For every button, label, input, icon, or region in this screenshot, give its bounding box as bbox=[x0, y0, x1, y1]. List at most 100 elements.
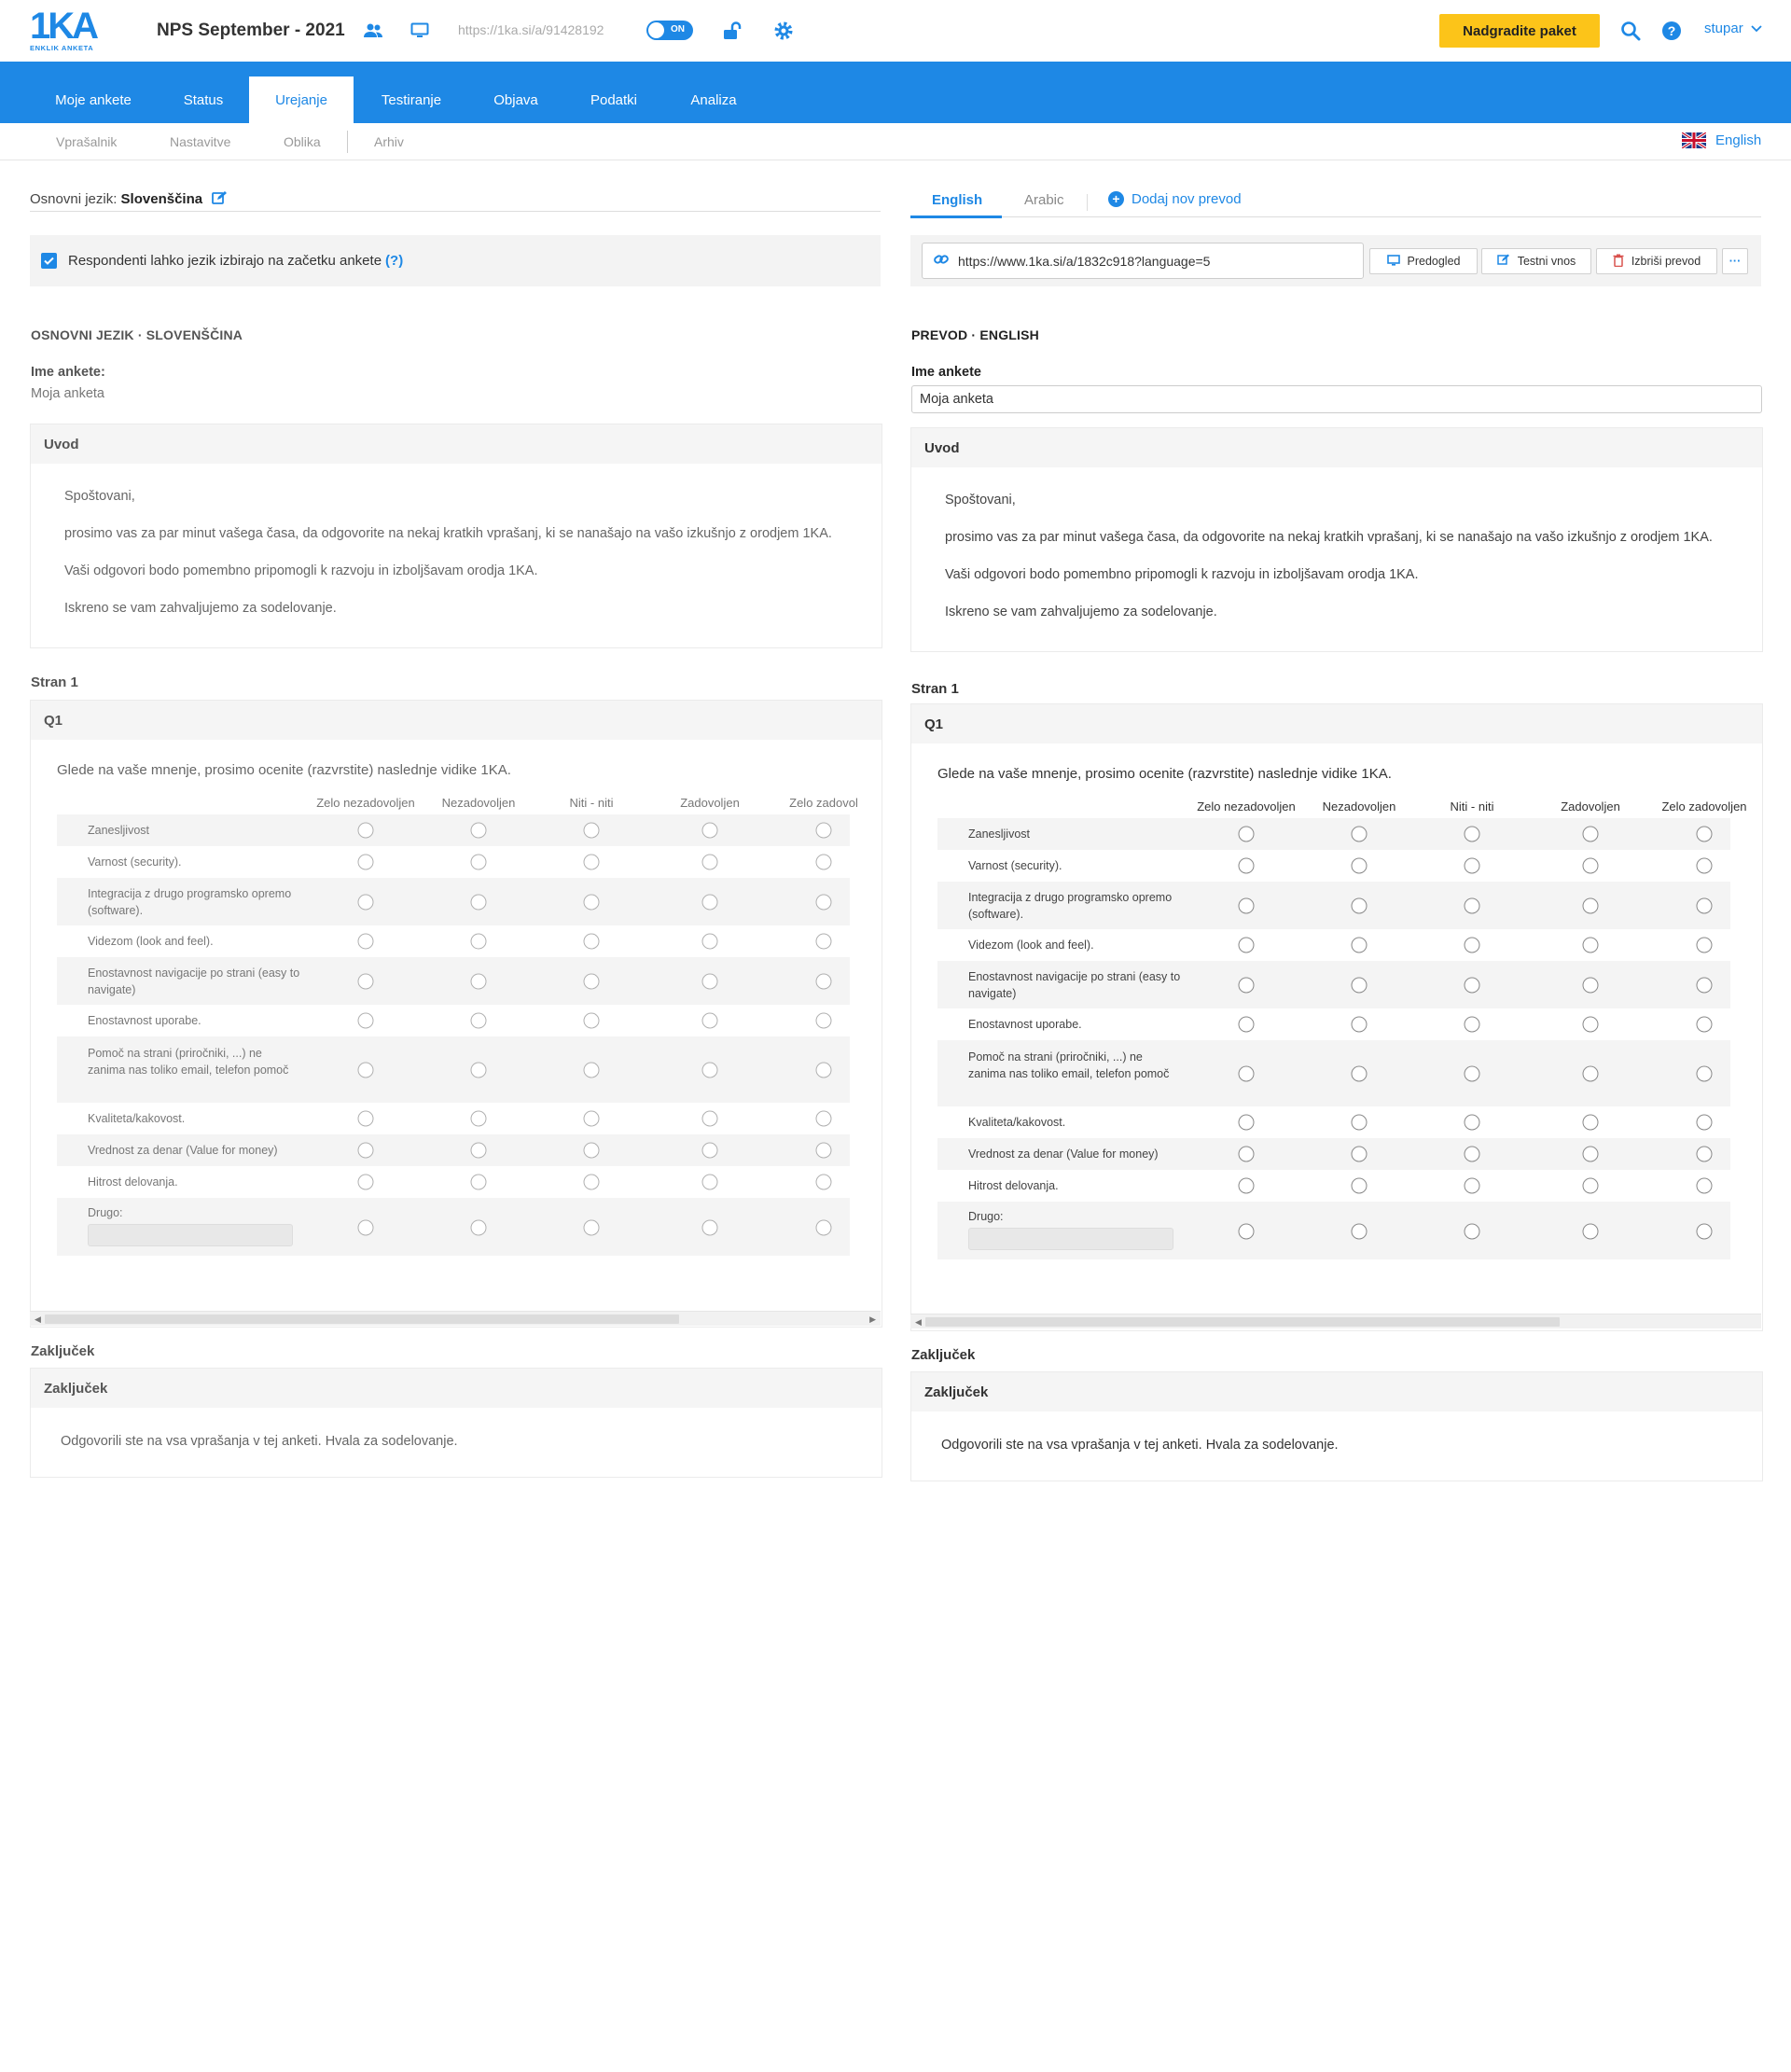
radio-button[interactable] bbox=[1696, 857, 1713, 874]
survey-active-toggle[interactable]: ON bbox=[646, 21, 693, 40]
scroll-right-icon[interactable]: ▶ bbox=[869, 1314, 876, 1325]
radio-button[interactable] bbox=[1696, 937, 1713, 953]
radio-button[interactable] bbox=[470, 822, 487, 839]
tab-english[interactable]: English bbox=[932, 192, 982, 208]
radio-button[interactable] bbox=[1582, 1223, 1599, 1240]
radio-button[interactable] bbox=[1582, 1146, 1599, 1162]
radio-button[interactable] bbox=[1351, 1114, 1368, 1131]
radio-button[interactable] bbox=[1238, 1065, 1255, 1081]
radio-button[interactable] bbox=[701, 1219, 718, 1236]
radio-button[interactable] bbox=[1238, 857, 1255, 874]
radio-button[interactable] bbox=[1351, 1146, 1368, 1162]
radio-button[interactable] bbox=[1464, 977, 1480, 993]
radio-button[interactable] bbox=[1238, 977, 1255, 993]
tab-objava[interactable]: Objava bbox=[476, 76, 556, 123]
radio-button[interactable] bbox=[583, 1174, 600, 1190]
radio-button[interactable] bbox=[1582, 897, 1599, 913]
radio-button[interactable] bbox=[1464, 857, 1480, 874]
radio-button[interactable] bbox=[1696, 897, 1713, 913]
radio-button[interactable] bbox=[815, 822, 832, 839]
radio-button[interactable] bbox=[357, 1219, 374, 1236]
radio-button[interactable] bbox=[1696, 1065, 1713, 1081]
radio-button[interactable] bbox=[815, 973, 832, 989]
radio-button[interactable] bbox=[470, 933, 487, 950]
closing-text[interactable]: Odgovorili ste na vsa vprašanja v tej an… bbox=[911, 1411, 1762, 1479]
radio-button[interactable] bbox=[815, 854, 832, 870]
radio-button[interactable] bbox=[470, 1110, 487, 1127]
radio-button[interactable] bbox=[1351, 826, 1368, 842]
radio-button[interactable] bbox=[583, 1012, 600, 1029]
edit-icon[interactable] bbox=[212, 191, 228, 209]
tab-moje-ankete[interactable]: Moje ankete bbox=[30, 76, 157, 123]
radio-button[interactable] bbox=[357, 854, 374, 870]
radio-button[interactable] bbox=[470, 1174, 487, 1190]
radio-button[interactable] bbox=[1238, 1114, 1255, 1131]
radio-button[interactable] bbox=[1238, 1223, 1255, 1240]
radio-button[interactable] bbox=[470, 854, 487, 870]
delete-translation-button[interactable]: Izbriši prevod bbox=[1596, 248, 1717, 274]
radio-button[interactable] bbox=[470, 1062, 487, 1078]
tab-urejanje[interactable]: Urejanje bbox=[249, 76, 354, 123]
radio-button[interactable] bbox=[1464, 1114, 1480, 1131]
radio-button[interactable] bbox=[701, 854, 718, 870]
radio-button[interactable] bbox=[1582, 1016, 1599, 1033]
other-text-input[interactable] bbox=[88, 1224, 293, 1246]
radio-button[interactable] bbox=[357, 1110, 374, 1127]
radio-button[interactable] bbox=[1464, 897, 1480, 913]
radio-button[interactable] bbox=[357, 894, 374, 910]
radio-button[interactable] bbox=[583, 1062, 600, 1078]
radio-button[interactable] bbox=[1464, 1146, 1480, 1162]
radio-button[interactable] bbox=[1464, 937, 1480, 953]
radio-button[interactable] bbox=[815, 894, 832, 910]
subnav-nastavitve[interactable]: Nastavitve bbox=[170, 134, 230, 149]
radio-button[interactable] bbox=[1696, 826, 1713, 842]
radio-button[interactable] bbox=[1238, 826, 1255, 842]
radio-button[interactable] bbox=[470, 894, 487, 910]
radio-button[interactable] bbox=[583, 854, 600, 870]
scroll-left-icon[interactable]: ◀ bbox=[915, 1317, 922, 1328]
radio-button[interactable] bbox=[701, 1062, 718, 1078]
tab-arabic[interactable]: Arabic bbox=[1024, 192, 1064, 208]
radio-button[interactable] bbox=[1238, 897, 1255, 913]
radio-button[interactable] bbox=[583, 822, 600, 839]
user-menu[interactable]: stupar bbox=[1704, 21, 1762, 36]
radio-button[interactable] bbox=[701, 1142, 718, 1159]
gear-icon[interactable] bbox=[771, 19, 796, 43]
radio-button[interactable] bbox=[583, 1110, 600, 1127]
radio-button[interactable] bbox=[1238, 1016, 1255, 1033]
language-switch[interactable]: English bbox=[1682, 132, 1761, 148]
radio-button[interactable] bbox=[1582, 1177, 1599, 1194]
radio-button[interactable] bbox=[1464, 826, 1480, 842]
radio-button[interactable] bbox=[1582, 826, 1599, 842]
radio-button[interactable] bbox=[815, 1174, 832, 1190]
tab-podatki[interactable]: Podatki bbox=[572, 76, 656, 123]
radio-button[interactable] bbox=[1582, 857, 1599, 874]
radio-button[interactable] bbox=[1351, 897, 1368, 913]
radio-button[interactable] bbox=[583, 894, 600, 910]
radio-button[interactable] bbox=[1464, 1065, 1480, 1081]
scroll-left-icon[interactable]: ◀ bbox=[35, 1314, 41, 1325]
radio-button[interactable] bbox=[1351, 977, 1368, 993]
radio-button[interactable] bbox=[1696, 977, 1713, 993]
radio-button[interactable] bbox=[1696, 1146, 1713, 1162]
radio-button[interactable] bbox=[1238, 1177, 1255, 1194]
radio-button[interactable] bbox=[583, 1219, 600, 1236]
users-icon[interactable] bbox=[361, 19, 385, 43]
radio-button[interactable] bbox=[701, 933, 718, 950]
radio-button[interactable] bbox=[815, 933, 832, 950]
radio-button[interactable] bbox=[1464, 1177, 1480, 1194]
scrollbar-thumb[interactable] bbox=[925, 1317, 1560, 1327]
radio-button[interactable] bbox=[583, 973, 600, 989]
radio-button[interactable] bbox=[1582, 1114, 1599, 1131]
radio-button[interactable] bbox=[1696, 1016, 1713, 1033]
radio-button[interactable] bbox=[701, 973, 718, 989]
radio-button[interactable] bbox=[470, 1142, 487, 1159]
radio-button[interactable] bbox=[1582, 977, 1599, 993]
radio-button[interactable] bbox=[1582, 1065, 1599, 1081]
upgrade-button[interactable]: Nadgradite paket bbox=[1439, 14, 1600, 48]
radio-button[interactable] bbox=[1351, 857, 1368, 874]
logo[interactable]: 1KA ENKLIK ANKETA bbox=[30, 7, 99, 52]
radio-button[interactable] bbox=[1464, 1223, 1480, 1240]
radio-button[interactable] bbox=[583, 933, 600, 950]
subnav-oblika[interactable]: Oblika bbox=[284, 134, 321, 149]
